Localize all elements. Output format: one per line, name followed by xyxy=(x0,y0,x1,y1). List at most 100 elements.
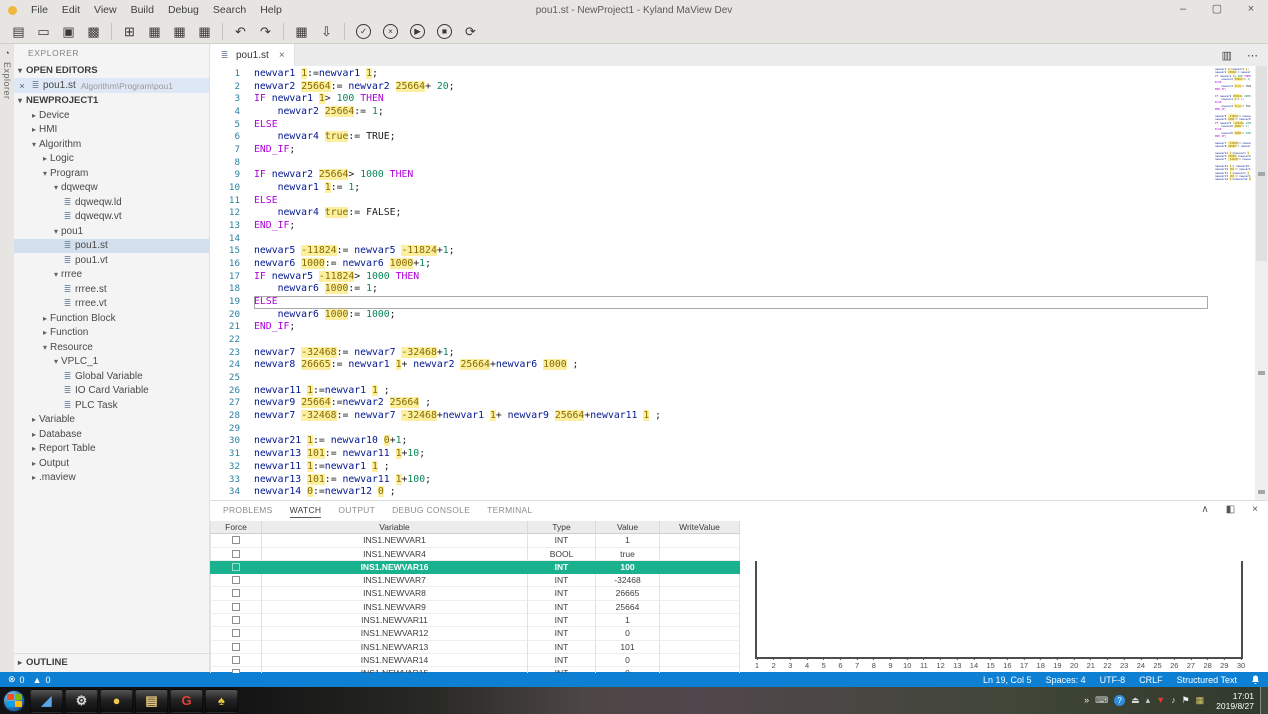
line-number[interactable]: 20 xyxy=(210,309,240,322)
line-number[interactable]: 28 xyxy=(210,410,240,423)
outline-section[interactable]: ▸ OUTLINE xyxy=(14,653,209,668)
cancel-icon[interactable]: × xyxy=(383,24,398,39)
code-line[interactable]: 7END_IF; xyxy=(210,144,1208,157)
line-number[interactable]: 6 xyxy=(210,131,240,144)
writevalue-cell[interactable] xyxy=(660,601,740,614)
restart-icon[interactable]: ⟳ xyxy=(458,24,483,40)
line-number[interactable]: 16 xyxy=(210,258,240,271)
menu-debug[interactable]: Debug xyxy=(161,4,206,16)
stop-icon[interactable]: ■ xyxy=(437,24,452,39)
tree-item-rrree-st[interactable]: ≣rrree.st xyxy=(14,282,209,297)
tree-item-dqweqw-ld[interactable]: ≣dqweqw.ld xyxy=(14,195,209,210)
menu-build[interactable]: Build xyxy=(124,4,161,16)
tab-close-icon[interactable]: × xyxy=(279,50,285,61)
activity-bar[interactable]: ◔ Explorer xyxy=(0,44,14,672)
watch-row-ins1-newvar15[interactable]: INS1.NEWVAR15INT0 xyxy=(210,667,740,673)
force-checkbox[interactable] xyxy=(232,536,240,544)
code-line[interactable]: 10 newvar1 1:= 1; xyxy=(210,182,1208,195)
start-button[interactable] xyxy=(3,690,25,712)
line-number[interactable]: 32 xyxy=(210,461,240,474)
force-checkbox[interactable] xyxy=(232,576,240,584)
save-all-icon[interactable]: ▩ xyxy=(81,24,106,40)
line-number[interactable]: 34 xyxy=(210,486,240,499)
table-add-icon-1[interactable]: ▦ xyxy=(142,24,167,40)
open-editors-section[interactable]: ▾ OPEN EDITORS xyxy=(14,63,209,78)
code-line[interactable]: 5ELSE xyxy=(210,119,1208,132)
tree-item-global-variable[interactable]: ≣Global Variable xyxy=(14,369,209,384)
code-line[interactable]: 19ELSE xyxy=(210,296,1208,309)
network-icon[interactable]: ▦ xyxy=(1196,695,1205,706)
more-actions-icon[interactable]: ⋯ xyxy=(1247,49,1258,62)
code-line[interactable]: 15newvar5 -11824:= newvar5 -11824+1; xyxy=(210,245,1208,258)
help-icon[interactable]: ? xyxy=(1114,695,1125,706)
code-line[interactable]: 4 newvar2 25664:= 1; xyxy=(210,106,1208,119)
status-crlf[interactable]: CRLF xyxy=(1139,675,1163,685)
panel-tab-watch[interactable]: WATCH xyxy=(290,505,322,518)
download-icon[interactable]: ⇩ xyxy=(314,24,339,40)
line-number[interactable]: 24 xyxy=(210,359,240,372)
code-line[interactable]: 33newvar13 101:= newvar11 1+100; xyxy=(210,474,1208,487)
code-line[interactable]: 32newvar11 1:=newvar1 1 ; xyxy=(210,461,1208,474)
watch-row-ins1-newvar16[interactable]: INS1.NEWVAR16INT100 xyxy=(210,561,740,574)
panel-tab-terminal[interactable]: TERMINAL xyxy=(487,505,532,517)
editor-scrollbar[interactable] xyxy=(1255,66,1268,500)
force-checkbox[interactable] xyxy=(232,656,240,664)
undo-icon[interactable]: ↶ xyxy=(228,24,253,40)
code-line[interactable]: 27newvar9 25664:=newvar2 25664 ; xyxy=(210,397,1208,410)
tree-item-dqweqw-vt[interactable]: ≣dqweqw.vt xyxy=(14,210,209,225)
line-number[interactable]: 30 xyxy=(210,435,240,448)
status-spaces-4[interactable]: Spaces: 4 xyxy=(1046,675,1086,685)
code-line[interactable]: 11ELSE xyxy=(210,195,1208,208)
code-line[interactable]: 16newvar6 1000:= newvar6 1000+1; xyxy=(210,258,1208,271)
line-number[interactable]: 17 xyxy=(210,271,240,284)
menu-file[interactable]: File xyxy=(24,4,55,16)
taskbar-app-browser[interactable]: G xyxy=(170,689,203,713)
tree-item-rrree-vt[interactable]: ≣rrree.vt xyxy=(14,297,209,312)
line-number[interactable]: 15 xyxy=(210,245,240,258)
watch-row-ins1-newvar8[interactable]: INS1.NEWVAR8INT26665 xyxy=(210,587,740,600)
line-number[interactable]: 11 xyxy=(210,195,240,208)
tray-overflow-icon[interactable]: » xyxy=(1084,695,1089,706)
run-icon[interactable]: ▶ xyxy=(410,24,425,39)
status-utf-8[interactable]: UTF-8 xyxy=(1100,675,1126,685)
line-number[interactable]: 22 xyxy=(210,334,240,347)
tab-pou1st[interactable]: ≣ pou1.st × xyxy=(210,44,295,66)
code-line[interactable]: 26newvar11 1:=newvar1 1 ; xyxy=(210,385,1208,398)
line-number[interactable]: 5 xyxy=(210,119,240,132)
code-line[interactable]: 21END_IF; xyxy=(210,321,1208,334)
tree-item-io-card-variable[interactable]: ≣IO Card Variable xyxy=(14,384,209,399)
writevalue-cell[interactable] xyxy=(660,534,740,547)
tree-item-pou1[interactable]: ▾pou1 xyxy=(14,224,209,239)
maximize-panel-icon[interactable]: ∧ xyxy=(1201,504,1208,515)
writevalue-cell[interactable] xyxy=(660,614,740,627)
line-number[interactable]: 31 xyxy=(210,448,240,461)
watch-row-ins1-newvar9[interactable]: INS1.NEWVAR9INT25664 xyxy=(210,601,740,614)
tree-item-report-table[interactable]: ▸Report Table xyxy=(14,442,209,457)
menu-edit[interactable]: Edit xyxy=(55,4,87,16)
tree-item-pou1-st[interactable]: ≣pou1.st xyxy=(14,239,209,254)
tree-item-pou1-vt[interactable]: ≣pou1.vt xyxy=(14,253,209,268)
code-editor[interactable]: 1newvar1 1:=newvar1 1;2newvar2 25664:= n… xyxy=(210,66,1268,500)
watch-row-ins1-newvar1[interactable]: INS1.NEWVAR1INT1 xyxy=(210,534,740,547)
menu-help[interactable]: Help xyxy=(253,4,289,16)
line-number[interactable]: 9 xyxy=(210,169,240,182)
taskbar-app-license-tool[interactable]: ⚙ xyxy=(65,689,98,713)
code-line[interactable]: 20 newvar6 1000:= 1000; xyxy=(210,309,1208,322)
code-line[interactable]: 3IF newvar1 1> 100 THEN xyxy=(210,93,1208,106)
panel-tab-output[interactable]: OUTPUT xyxy=(338,505,375,517)
watch-row-ins1-newvar4[interactable]: INS1.NEWVAR4BOOLtrue xyxy=(210,548,740,561)
force-checkbox[interactable] xyxy=(232,550,240,558)
line-number[interactable]: 26 xyxy=(210,385,240,398)
line-number[interactable]: 12 xyxy=(210,207,240,220)
tree-item-vplc-1[interactable]: ▾VPLC_1 xyxy=(14,355,209,370)
minimap[interactable]: newvar1 1:=newvar1 1;newvar2 25664:= new… xyxy=(1215,68,1251,193)
line-number[interactable]: 27 xyxy=(210,397,240,410)
writevalue-cell[interactable] xyxy=(660,627,740,640)
line-number[interactable]: 21 xyxy=(210,321,240,334)
tree-item-function[interactable]: ▸Function xyxy=(14,326,209,341)
close-button[interactable]: × xyxy=(1234,0,1268,20)
action-center-flag-icon[interactable]: ⚑ xyxy=(1182,695,1190,706)
tree-item-rrree[interactable]: ▾rrree xyxy=(14,268,209,283)
grid-add-icon[interactable]: ⊞ xyxy=(117,24,142,40)
antivirus-icon[interactable]: ▼ xyxy=(1156,695,1165,706)
